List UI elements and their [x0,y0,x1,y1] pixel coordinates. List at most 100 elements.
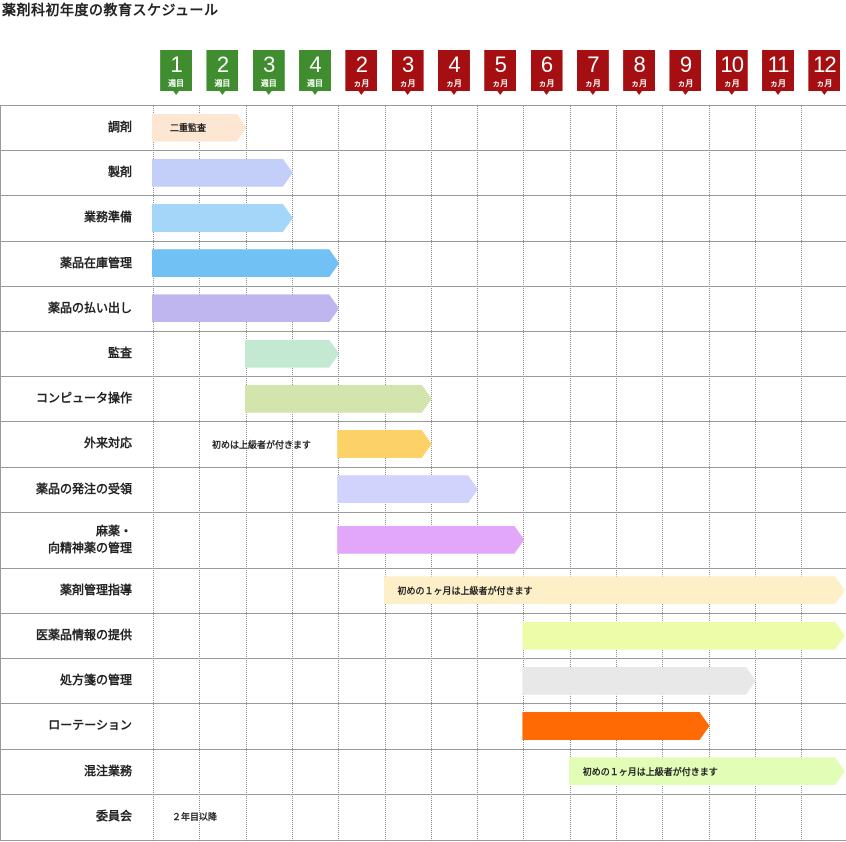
column-divider [338,105,340,841]
column-header-6: 3 ヵ月 [391,50,424,95]
row-label: 薬品在庫管理 [0,241,132,286]
row-label-text: 処方箋の管理 [59,673,132,688]
row-label-text: コンピュータ操作 [35,391,132,406]
column-header-unit: ヵ月 [816,79,833,88]
page-title: 薬剤科初年度の教育スケジュール [2,3,219,19]
column-header-number: 4 [448,52,460,77]
column-header-number: 8 [633,52,646,77]
column-header-unit: ヵ月 [677,79,694,88]
row-label-text: 混注業務 [83,763,132,778]
column-header-number: 7 [587,52,599,77]
row-label: 製剤 [0,150,132,195]
schedule-bar [152,249,339,277]
row-label: 委員会 [0,794,132,839]
column-header-unit: 週目 [168,79,185,88]
row-label-text: 監査 [107,346,132,361]
column-header-unit: 週目 [260,79,277,88]
column-header-number: 6 [540,52,553,77]
column-header-number: 12 [813,52,836,77]
column-header-unit: ヵ月 [538,79,555,88]
column-header-unit: ヵ月 [353,79,370,88]
row-label-text: 医薬品情報の提供 [35,628,132,643]
column-header-unit: 週目 [214,79,231,88]
schedule-bar [522,712,709,740]
column-header-number: 9 [679,52,692,77]
row-label-text: 調剤 [107,120,132,135]
column-header-number: 5 [494,52,507,77]
row-label-text: 薬品の払い出し [47,300,132,315]
column-header-number: 10 [720,52,744,77]
column-header-unit: ヵ月 [584,79,601,88]
row-label: 薬品の払い出し [0,286,132,331]
column-header-unit: ヵ月 [445,79,462,88]
row-label: 医薬品情報の提供 [0,613,132,658]
row-label: 混注業務 [0,749,132,794]
row-label: 外来対応 [0,421,132,466]
schedule-bar [522,667,756,695]
column-header-number: 11 [767,52,790,77]
column-header-unit: ヵ月 [723,79,740,88]
schedule-bar-label: 初めの１ヶ月は上級者が付きます [397,586,533,597]
column-header-14: 11 ヵ月 [762,50,795,95]
column-header-10: 7 ヵ月 [576,50,609,95]
column-header-4: 4 週目 [299,50,332,95]
schedule-note: 初めは上級者が付きます [212,441,312,451]
row-label: 処方箋の管理 [0,658,132,703]
row-label: 麻薬・ 向精神薬の管理 [0,512,132,568]
row-label-text: 麻薬・ 向精神薬の管理 [47,523,132,555]
column-header-12: 9 ヵ月 [669,50,702,95]
column-header-unit: 週目 [307,79,324,88]
column-header-7: 4 ヵ月 [437,50,470,95]
column-header-unit: ヵ月 [492,79,509,88]
row-label-text: ローテーション [48,718,132,733]
row-label-text: 薬品の発注の受領 [35,481,132,496]
column-header-number: 4 [309,52,321,77]
column-header-number: 3 [263,52,275,77]
schedule-bar [337,526,524,554]
row-label: 調剤 [0,105,132,150]
row-label-text: 委員会 [95,808,132,823]
column-header-1: 1 週目 [160,50,193,95]
row-label-text: 製剤 [107,165,132,180]
schedule-bar: 初めの１ヶ月は上級者が付きます [384,576,846,604]
column-header-9: 6 ヵ月 [530,50,563,95]
column-divider [430,105,432,841]
column-divider [384,105,386,841]
column-header-unit: ヵ月 [770,79,787,88]
row-label: 業務準備 [0,195,132,240]
row-label-text: 薬剤管理指導 [59,582,132,597]
schedule-bar [152,294,339,322]
row-label-text: 薬品在庫管理 [59,255,132,270]
schedule-bar-label: 二重監査 [170,124,207,135]
column-header-number: 1 [170,52,183,77]
column-header-3: 3 週目 [252,50,285,95]
row-label-text: 業務準備 [83,210,132,225]
column-header-number: 2 [355,52,368,77]
column-header-15: 12 ヵ月 [808,50,841,95]
schedule-bar [337,430,432,458]
column-divider [291,105,293,841]
schedule-bar-label: 初めの１ヶ月は上級者が付きます [582,767,718,778]
schedule-bar: 二重監査 [152,114,247,142]
row-label: ローテーション [0,703,132,748]
row-label: 薬品の発注の受領 [0,467,132,512]
column-header-11: 8 ヵ月 [623,50,656,95]
schedule-bar [245,385,432,413]
column-header-5: 2 ヵ月 [345,50,378,95]
schedule-bar [337,475,478,503]
schedule-bar [152,204,293,232]
column-header-unit: ヵ月 [399,79,416,88]
row-label: 薬剤管理指導 [0,568,132,613]
column-header-number: 2 [216,52,229,77]
schedule-bar [522,622,845,650]
row-label: 監査 [0,331,132,376]
schedule-bar [245,340,340,368]
column-divider [477,105,479,841]
schedule-bar [152,159,293,187]
schedule-bar: 初めの１ヶ月は上級者が付きます [569,757,845,785]
column-header-13: 10 ヵ月 [715,50,748,95]
column-header-2: 2 週目 [206,50,239,95]
row-label: コンピュータ操作 [0,376,132,421]
row-label-text: 外来対応 [83,436,132,451]
column-header-8: 5 ヵ月 [484,50,517,95]
